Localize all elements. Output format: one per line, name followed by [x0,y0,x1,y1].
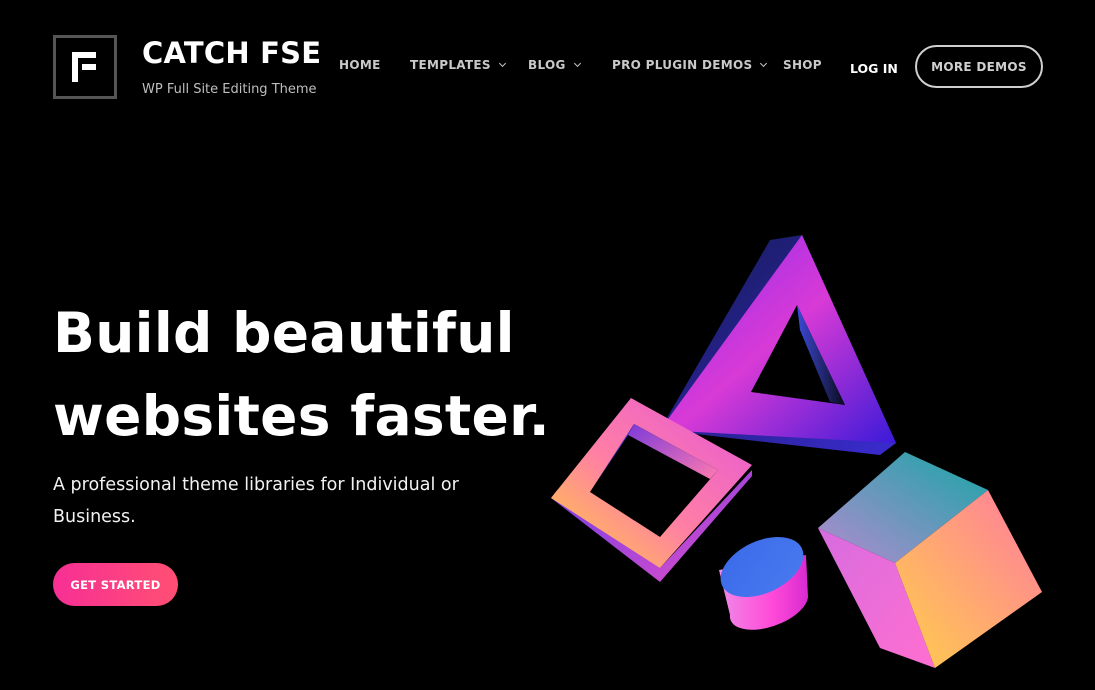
hero-title-line: websites faster. [53,384,550,448]
hero-subtitle: A professional theme libraries for Indiv… [53,475,459,527]
cube-shape [818,452,1042,668]
chevron-down-icon [573,59,581,68]
nav-item-blog[interactable]: BLOG [528,58,581,72]
site-header: CATCH FSE WP Full Site Editing Theme HOM… [0,0,1095,130]
f-letter-logo-icon [72,52,96,82]
more-demos-button[interactable]: MORE DEMOS [915,45,1043,88]
nav-item-label: SHOP [783,58,822,72]
chevron-down-icon [760,59,768,68]
nav-item-label: HOME [339,58,381,72]
hero-3d-shapes-illustration [551,235,1042,668]
hero-title-line: Build beautiful [53,301,515,365]
triangle-shape [660,235,896,455]
hero-title: Build beautiful websites faster. [53,292,573,458]
site-logo[interactable] [53,35,117,99]
nav-item-label: PRO PLUGIN DEMOS [612,58,753,72]
nav-item-templates[interactable]: TEMPLATES [410,58,506,72]
get-started-button[interactable]: GET STARTED [53,563,178,606]
nav-item-pro-plugin-demos[interactable]: PRO PLUGIN DEMOS [612,58,768,72]
site-tagline: WP Full Site Editing Theme [142,82,317,97]
login-link[interactable]: LOG IN [850,61,898,76]
site-title[interactable]: CATCH FSE [142,36,321,70]
nav-item-label: BLOG [528,58,566,72]
cylinder-shape [719,536,808,630]
nav-item-home[interactable]: HOME [339,58,381,72]
nav-item-label: TEMPLATES [410,58,491,72]
nav-item-shop[interactable]: SHOP [783,58,822,72]
chevron-down-icon [498,59,506,68]
